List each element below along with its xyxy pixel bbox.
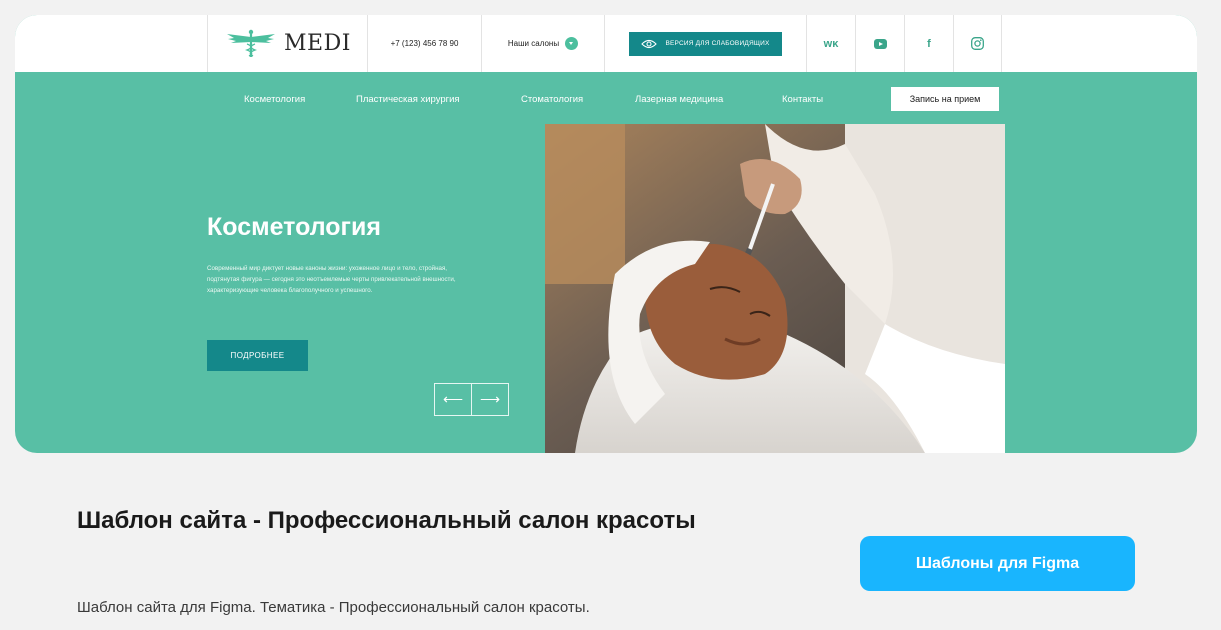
- nav-item-plastic-surgery[interactable]: Пластическая хирургия: [356, 94, 460, 105]
- phone-number[interactable]: +7 (123) 456 78 90: [367, 15, 481, 72]
- slider-arrows: ⟵ ⟶: [434, 383, 509, 416]
- youtube-icon: [873, 38, 887, 49]
- nav-item-laser-medicine[interactable]: Лазерная медицина: [635, 94, 723, 105]
- youtube-link[interactable]: [855, 15, 904, 72]
- hero-card: MEDI +7 (123) 456 78 90 Наши салоны ВЕРС…: [15, 15, 1197, 453]
- book-appointment-button[interactable]: Запись на прием: [891, 87, 999, 111]
- logo-text: MEDI: [284, 31, 351, 56]
- accessibility-label: ВЕРСИЯ ДЛЯ СЛАБОВИДЯЩИХ: [665, 40, 770, 47]
- hero-description: Современный мир диктует новые каноны жиз…: [207, 265, 456, 294]
- phone-text: +7 (123) 456 78 90: [390, 39, 459, 48]
- caduceus-icon: [227, 29, 276, 57]
- vk-link[interactable]: ᴡᴋ: [806, 15, 855, 72]
- nav-item-dentistry[interactable]: Стоматология: [521, 94, 583, 105]
- more-button[interactable]: ПОДРОБНЕЕ: [207, 340, 308, 371]
- salons-label: Наши салоны: [507, 39, 560, 48]
- hero-title: Косметология: [207, 213, 381, 241]
- instagram-icon: [971, 37, 984, 50]
- hero-photo: [545, 124, 1005, 453]
- logo[interactable]: MEDI: [207, 15, 367, 72]
- top-bar: MEDI +7 (123) 456 78 90 Наши салоны ВЕРС…: [15, 15, 1197, 72]
- instagram-link[interactable]: [953, 15, 1002, 72]
- facebook-icon: f: [927, 37, 931, 50]
- nav-item-contacts[interactable]: Контакты: [782, 94, 823, 105]
- vk-icon: ᴡᴋ: [823, 37, 839, 50]
- main-nav: Косметология Пластическая хирургия Стома…: [15, 89, 1197, 109]
- facebook-link[interactable]: f: [904, 15, 953, 72]
- next-arrow-icon[interactable]: ⟶: [471, 384, 508, 415]
- chevron-down-icon: [565, 37, 579, 50]
- page-title: Шаблон сайта - Профессиональный салон кр…: [77, 507, 696, 534]
- prev-arrow-icon[interactable]: ⟵: [435, 384, 471, 415]
- accessibility-version-button[interactable]: ВЕРСИЯ ДЛЯ СЛАБОВИДЯЩИХ: [629, 31, 782, 56]
- vision-cell: ВЕРСИЯ ДЛЯ СЛАБОВИДЯЩИХ: [604, 15, 806, 72]
- page-description: Шаблон сайта для Figma. Тематика - Профе…: [77, 599, 590, 616]
- nav-item-cosmetology[interactable]: Косметология: [244, 94, 305, 105]
- eye-icon: [641, 39, 658, 48]
- figma-templates-button[interactable]: Шаблоны для Figma: [860, 536, 1135, 591]
- salons-dropdown[interactable]: Наши салоны: [481, 15, 604, 72]
